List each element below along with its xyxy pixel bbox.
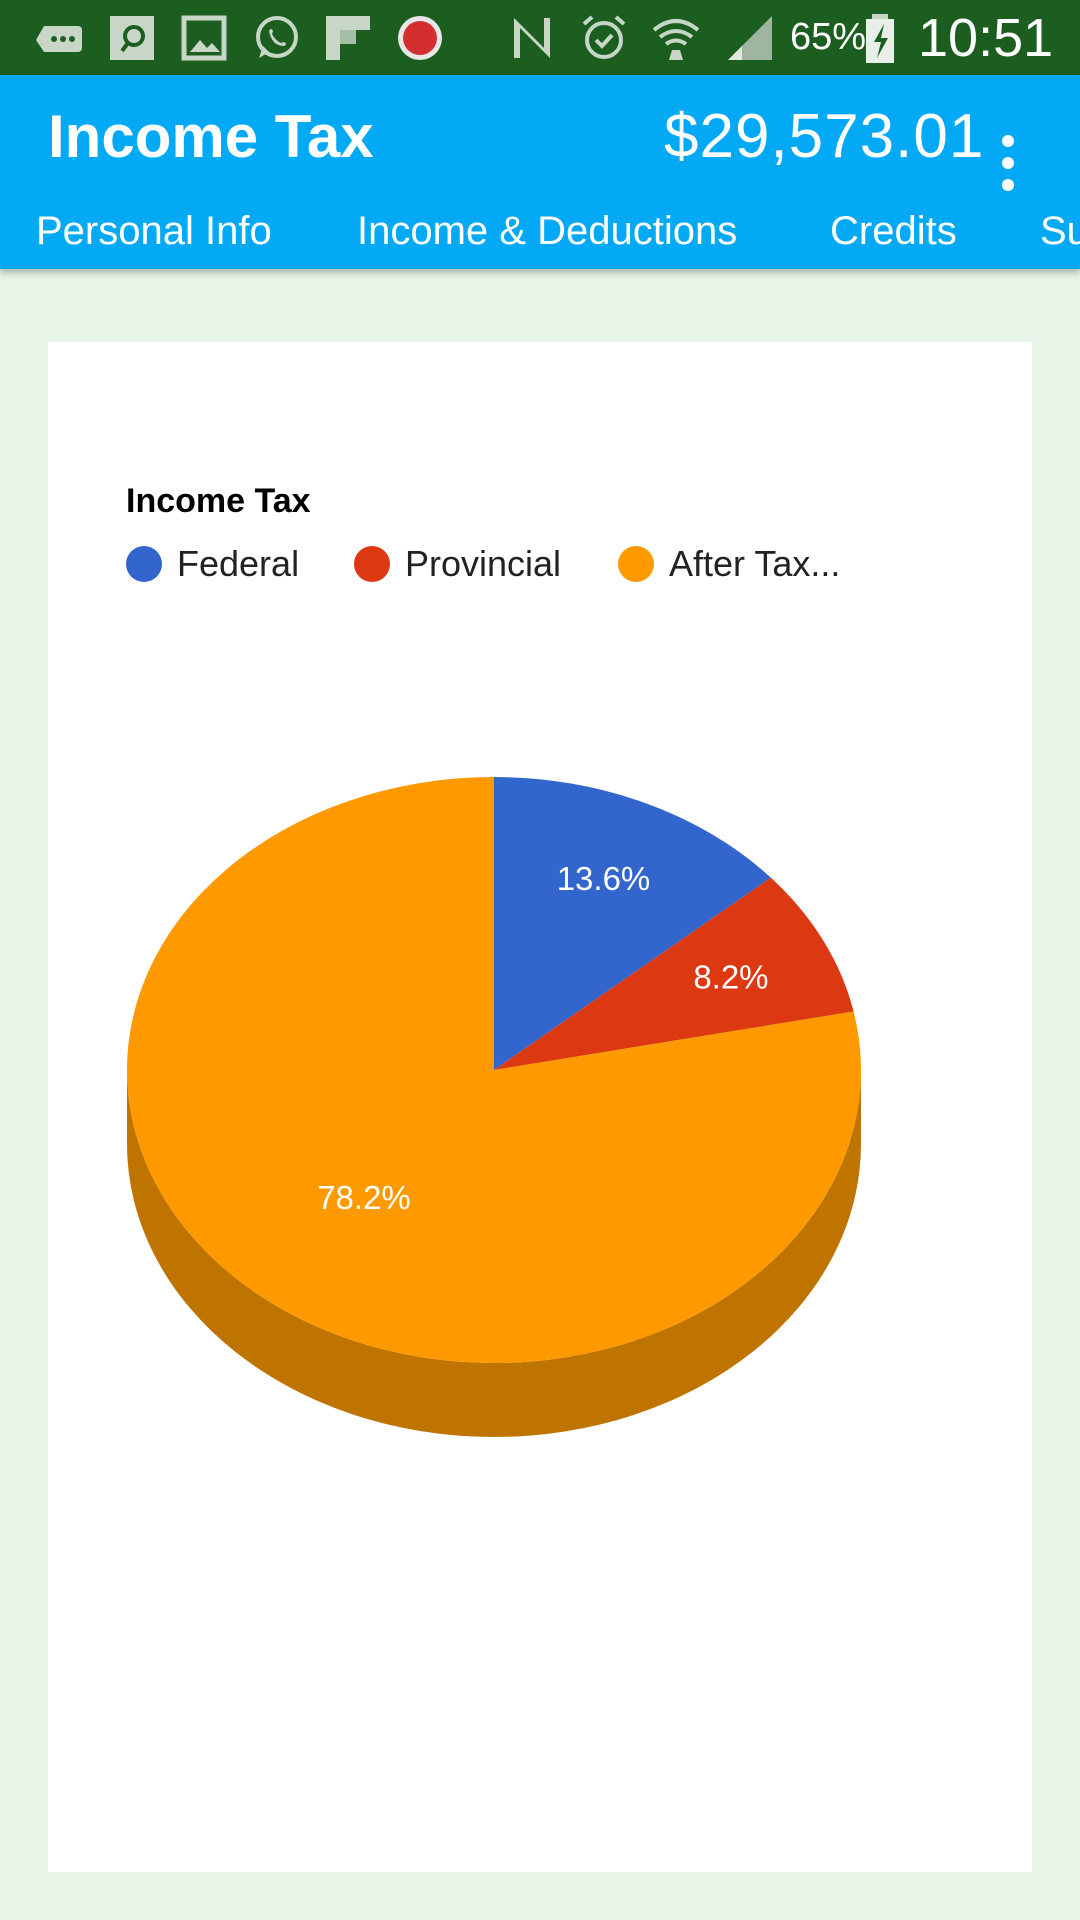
- gallery-icon: [181, 15, 227, 61]
- clock: 10:51: [918, 8, 1054, 68]
- tab-summary[interactable]: Su: [1040, 193, 1080, 269]
- tab-income-deductions[interactable]: Income & Deductions: [357, 193, 737, 269]
- tax-amount: $29,573.01: [664, 102, 985, 171]
- messaging-icon: [36, 26, 82, 52]
- page-title: Income Tax: [48, 103, 374, 170]
- whatsapp-icon: [256, 16, 298, 58]
- record-icon: [398, 16, 442, 60]
- tab-bar: Personal Info Income & Deductions Credit…: [0, 193, 1080, 269]
- more-vert-icon[interactable]: [984, 127, 1032, 199]
- status-bar: 65% 10:51: [0, 0, 1080, 75]
- alarm-icon: [582, 15, 626, 59]
- tab-personal-info[interactable]: Personal Info: [36, 193, 272, 269]
- wifi-icon: [652, 19, 700, 60]
- chart-card: Income Tax Federal Provincial After Tax.…: [48, 342, 1032, 1872]
- slice-label-provincial: 8.2%: [693, 959, 768, 996]
- tab-credits[interactable]: Credits: [830, 193, 957, 269]
- app-bar: Income Tax $29,573.01 Personal Info Inco…: [0, 75, 1080, 269]
- pie-chart: 13.6% 8.2% 78.2%: [126, 777, 861, 1437]
- nfc-icon: [514, 18, 550, 58]
- slice-label-after-tax: 78.2%: [317, 1179, 411, 1216]
- signal-icon: [728, 16, 772, 60]
- battery-charging-icon: [866, 14, 894, 63]
- app-icon: [110, 16, 154, 60]
- slice-label-federal: 13.6%: [557, 860, 651, 897]
- flipboard-icon: [326, 16, 370, 60]
- battery-percent: 65%: [790, 16, 867, 58]
